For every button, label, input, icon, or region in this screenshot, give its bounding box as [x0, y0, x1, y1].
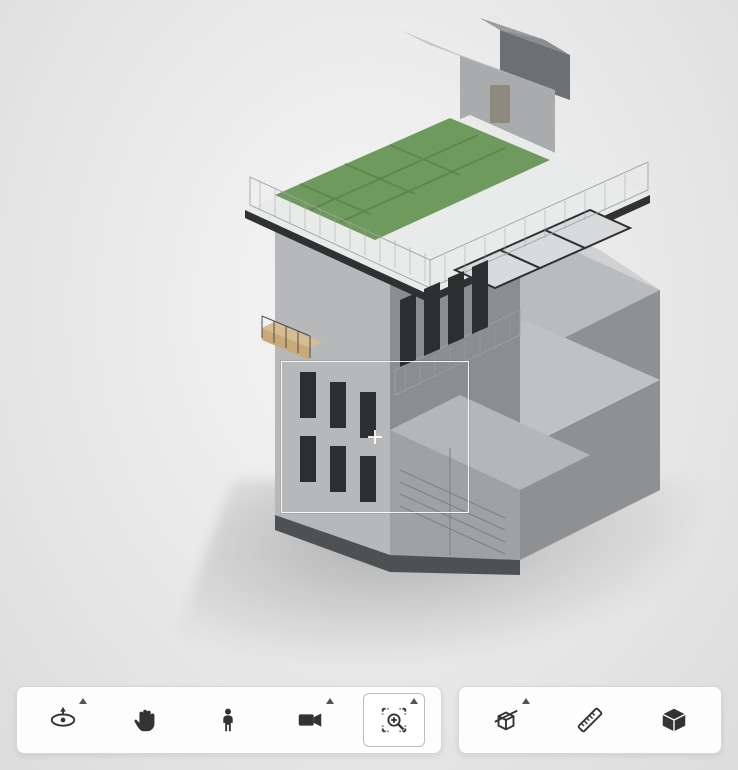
zoom-region-icon	[379, 705, 409, 735]
flyout-caret-icon	[326, 698, 334, 704]
person-icon	[213, 705, 243, 735]
zoom-region-button[interactable]	[363, 693, 425, 747]
orbit-icon	[48, 705, 78, 735]
hand-icon	[131, 705, 161, 735]
model-scene	[0, 0, 738, 770]
camera-button[interactable]	[280, 694, 340, 746]
model-browser-button[interactable]	[644, 694, 704, 746]
section-box-icon	[491, 705, 521, 735]
flyout-caret-icon	[410, 698, 418, 704]
orbit-button[interactable]	[33, 694, 93, 746]
first-person-button[interactable]	[198, 694, 258, 746]
flyout-caret-icon	[522, 698, 530, 704]
flyout-caret-icon	[79, 698, 87, 704]
measure-button[interactable]	[560, 694, 620, 746]
viewer-toolbar-row	[16, 686, 722, 754]
building-model	[0, 0, 738, 770]
section-button[interactable]	[476, 694, 536, 746]
cube-icon	[659, 705, 689, 735]
ruler-icon	[575, 705, 605, 735]
pan-button[interactable]	[116, 694, 176, 746]
3d-viewport[interactable]	[0, 0, 738, 770]
tools-toolbar	[458, 686, 722, 754]
camera-icon	[295, 705, 325, 735]
navigation-toolbar	[16, 686, 442, 754]
